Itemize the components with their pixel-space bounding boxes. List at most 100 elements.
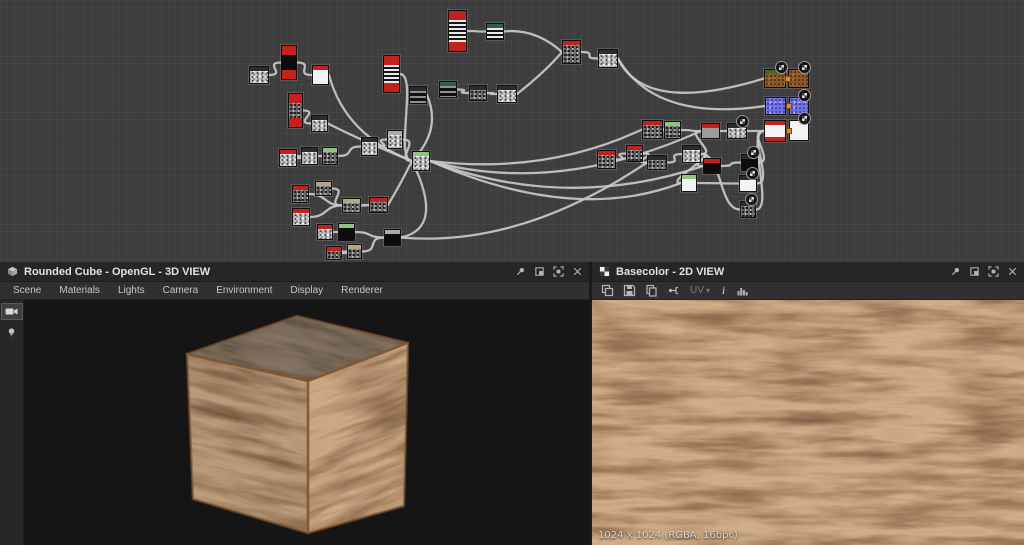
connector-dot[interactable] <box>785 75 791 82</box>
output-usage-badge[interactable] <box>798 112 811 125</box>
node-wire <box>353 230 386 239</box>
graph-node[interactable] <box>625 144 644 163</box>
graph-node[interactable] <box>411 150 431 172</box>
cube-3d-icon <box>6 266 18 278</box>
graph-node[interactable] <box>764 96 787 116</box>
graph-node[interactable] <box>596 149 617 170</box>
graph-node[interactable] <box>346 243 363 260</box>
graph-node[interactable] <box>496 84 518 104</box>
graph-node[interactable] <box>314 180 333 197</box>
copy-icon[interactable] <box>640 283 662 299</box>
graph-node[interactable] <box>408 85 428 105</box>
graph-node[interactable] <box>785 61 811 89</box>
node-graph-canvas[interactable] <box>0 0 1024 262</box>
uv-dropdown[interactable]: UV ▾ <box>684 285 716 296</box>
graph-node[interactable] <box>325 245 343 261</box>
graph-node[interactable] <box>341 197 362 214</box>
graph-node[interactable] <box>646 154 668 171</box>
pin-icon[interactable] <box>949 266 961 278</box>
graph-node[interactable] <box>702 157 722 175</box>
connector-dot[interactable] <box>786 127 792 134</box>
output-usage-badge[interactable] <box>775 61 788 74</box>
graph-node[interactable] <box>291 207 311 227</box>
output-usage-badge[interactable] <box>798 89 811 102</box>
maximize-icon[interactable] <box>552 266 564 278</box>
panel-3d-title: Rounded Cube - OpenGL - 3D VIEW <box>24 265 211 278</box>
node-footer-strip <box>449 42 466 51</box>
texture-2d-view[interactable]: 1024 x 1024 (RGBA, 16bpc) <box>592 300 1024 545</box>
node-footer-strip <box>282 70 296 79</box>
graph-node[interactable] <box>663 120 682 140</box>
graph-node[interactable] <box>248 65 270 85</box>
graph-node[interactable] <box>382 54 401 94</box>
output-usage-badge[interactable] <box>798 61 811 74</box>
link-graph-icon[interactable] <box>662 283 684 299</box>
output-usage-badge[interactable] <box>745 193 758 206</box>
histogram-icon[interactable] <box>731 283 753 299</box>
menu-camera[interactable]: Camera <box>154 282 208 300</box>
panel-2d-header: Basecolor - 2D VIEW <box>592 262 1024 282</box>
info-icon[interactable]: i <box>716 283 731 298</box>
node-thumbnail <box>362 142 377 155</box>
graph-node[interactable] <box>368 196 389 214</box>
float-icon[interactable] <box>533 266 545 278</box>
graph-node[interactable] <box>360 136 379 157</box>
node-thumbnail <box>323 152 337 164</box>
graph-node[interactable] <box>280 44 298 81</box>
node-thumbnail <box>487 28 503 39</box>
graph-node[interactable] <box>291 184 310 204</box>
graph-node[interactable] <box>700 122 721 140</box>
save-icon[interactable] <box>618 283 640 299</box>
node-thumbnail <box>563 45 580 63</box>
menu-display[interactable]: Display <box>281 282 332 300</box>
node-wire <box>308 204 344 219</box>
node-thumbnail <box>449 20 466 42</box>
graph-node[interactable] <box>321 146 339 166</box>
graph-node[interactable] <box>447 9 468 53</box>
light-bulb-icon[interactable] <box>2 325 22 340</box>
graph-node[interactable] <box>386 129 404 150</box>
graph-node[interactable] <box>438 80 458 99</box>
graph-node[interactable] <box>726 115 749 140</box>
graph-node[interactable] <box>468 84 488 102</box>
graph-node[interactable] <box>738 167 759 193</box>
node-wire <box>616 57 766 94</box>
graph-node[interactable] <box>763 61 788 89</box>
pin-icon[interactable] <box>514 266 526 278</box>
graph-node[interactable] <box>597 48 619 69</box>
graph-node[interactable] <box>287 92 304 129</box>
graph-node[interactable] <box>681 144 702 164</box>
tiling-icon[interactable] <box>596 283 618 299</box>
graph-node[interactable] <box>311 64 330 86</box>
graph-node[interactable] <box>300 146 319 166</box>
graph-node[interactable] <box>278 148 298 168</box>
maximize-icon[interactable] <box>987 266 999 278</box>
menu-materials[interactable]: Materials <box>50 282 109 300</box>
menu-lights[interactable]: Lights <box>109 282 154 300</box>
menu-scene[interactable]: Scene <box>4 282 50 300</box>
output-usage-badge[interactable] <box>736 115 749 128</box>
graph-node[interactable] <box>786 112 811 142</box>
graph-node[interactable] <box>763 119 787 143</box>
graph-node[interactable] <box>485 22 505 41</box>
menu-renderer[interactable]: Renderer <box>332 282 392 300</box>
graph-node[interactable] <box>316 223 334 241</box>
output-usage-badge[interactable] <box>746 167 759 180</box>
graph-node[interactable] <box>310 114 329 133</box>
graph-node[interactable] <box>641 119 664 140</box>
camera-icon[interactable] <box>0 303 23 320</box>
viewport-3d[interactable] <box>0 300 589 545</box>
graph-node[interactable] <box>383 228 402 247</box>
output-usage-badge[interactable] <box>747 146 760 159</box>
node-thumbnail <box>440 86 456 97</box>
connector-dot[interactable] <box>786 103 792 109</box>
graph-node[interactable] <box>739 193 758 219</box>
close-icon[interactable] <box>1006 266 1018 278</box>
graph-node[interactable] <box>337 222 356 242</box>
close-icon[interactable] <box>571 266 583 278</box>
graph-node[interactable] <box>680 173 698 193</box>
menu-environment[interactable]: Environment <box>207 282 281 300</box>
node-header-strip <box>282 46 296 55</box>
float-icon[interactable] <box>968 266 980 278</box>
graph-node[interactable] <box>561 39 582 65</box>
